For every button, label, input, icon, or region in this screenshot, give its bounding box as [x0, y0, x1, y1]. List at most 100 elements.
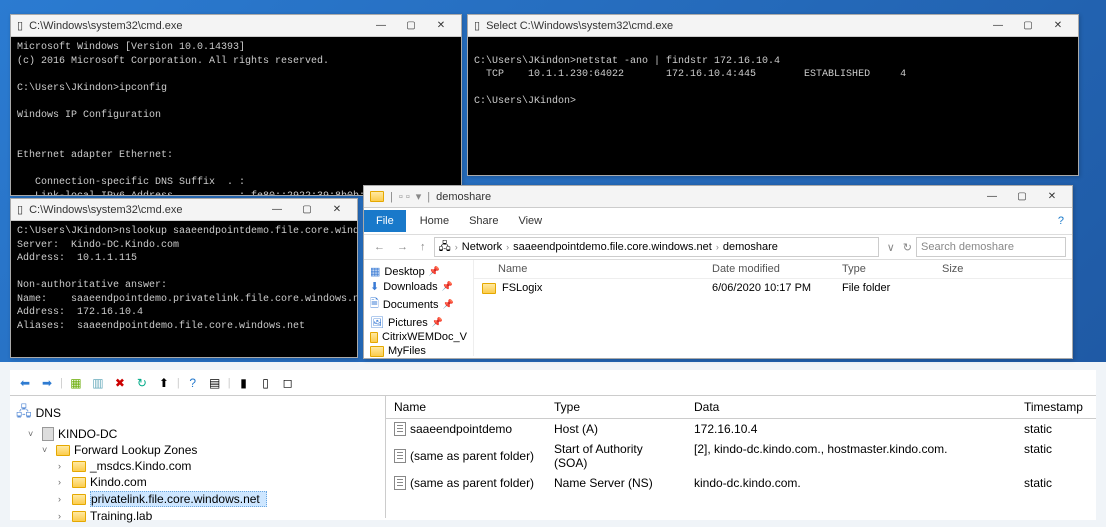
- col-type[interactable]: Type: [546, 396, 686, 418]
- dns-record-row[interactable]: (same as parent folder) Start of Authori…: [386, 439, 1096, 473]
- nav-back-button[interactable]: ←: [370, 241, 389, 253]
- tab-file[interactable]: File: [364, 210, 406, 232]
- col-timestamp[interactable]: Timestamp: [1016, 396, 1096, 418]
- tree-flz[interactable]: ˅Forward Lookup Zones: [16, 442, 379, 458]
- quick-access-item[interactable]: CitrixWEMDoc_V: [364, 330, 473, 344]
- terminal-output[interactable]: Microsoft Windows [Version 10.0.14393] (…: [11, 37, 461, 195]
- breadcrumb[interactable]: 🖧 › Network › saaeendpointdemo.file.core…: [434, 237, 879, 257]
- records-header[interactable]: Name Type Data Timestamp: [386, 396, 1096, 419]
- expander-icon[interactable]: ›: [58, 477, 68, 487]
- expander-icon[interactable]: ›: [58, 461, 68, 471]
- quick-access-item[interactable]: MyFiles: [364, 344, 473, 358]
- cmd-window-netstat[interactable]: ▯ Select C:\Windows\system32\cmd.exe — ▢…: [467, 14, 1079, 176]
- maximize-button[interactable]: ▢: [1008, 188, 1036, 206]
- run-button[interactable]: ▯: [257, 374, 275, 392]
- tree-root[interactable]: 🖧DNS: [16, 400, 379, 426]
- tree-server[interactable]: ˅KINDO-DC: [16, 426, 379, 442]
- nav-forward-button[interactable]: →: [393, 241, 412, 253]
- titlebar[interactable]: ▯ Select C:\Windows\system32\cmd.exe — ▢…: [468, 15, 1078, 37]
- col-date[interactable]: Date modified: [704, 260, 834, 278]
- maximize-button[interactable]: ▢: [1014, 17, 1042, 35]
- cmd-window-nslookup[interactable]: ▯ C:\Windows\system32\cmd.exe — ▢ ✕ C:\U…: [10, 198, 358, 358]
- dns-manager-window[interactable]: ⬅ ➡ | ▦ ▥ ✖ ↻ ⬆ | ? ▤ | ▮ ▯ ◻ 🖧DNS ˅KIND…: [10, 370, 1096, 520]
- titlebar[interactable]: | ▫ ▫ ▾ | demoshare — ▢ ✕: [364, 186, 1072, 208]
- help-button[interactable]: ?: [184, 374, 202, 392]
- toolbar: ⬅ ➡ | ▦ ▥ ✖ ↻ ⬆ | ? ▤ | ▮ ▯ ◻: [10, 370, 1096, 396]
- tree-zone[interactable]: ›Training.lab: [16, 508, 379, 524]
- refresh-button[interactable]: ↻: [903, 241, 912, 254]
- dns-icon: 🖧: [16, 401, 32, 425]
- tree-zone-selected[interactable]: ›privatelink.file.core.windows.net: [16, 490, 379, 508]
- folder-icon: [482, 283, 496, 294]
- close-button[interactable]: ✕: [323, 201, 351, 219]
- dns-record-row[interactable]: (same as parent folder) Name Server (NS)…: [386, 473, 1096, 493]
- close-button[interactable]: ✕: [1044, 17, 1072, 35]
- col-name[interactable]: Name: [474, 260, 704, 278]
- quick-access-item[interactable]: ⬇Downloads📌: [364, 279, 473, 294]
- dns-record-row[interactable]: saaeendpointdemo Host (A) 172.16.10.4 st…: [386, 419, 1096, 439]
- breadcrumb-item[interactable]: saaeendpointdemo.file.core.windows.net: [513, 241, 712, 253]
- properties-button[interactable]: ▤: [206, 374, 224, 392]
- file-explorer-window[interactable]: | ▫ ▫ ▾ | demoshare — ▢ ✕ File Home Shar…: [363, 185, 1073, 359]
- titlebar[interactable]: ▯ C:\Windows\system32\cmd.exe — ▢ ✕: [11, 199, 357, 221]
- titlebar[interactable]: ▯ C:\Windows\system32\cmd.exe — ▢ ✕: [11, 15, 461, 37]
- minimize-button[interactable]: —: [984, 17, 1012, 35]
- nav-forward-button[interactable]: ➡: [38, 374, 56, 392]
- export-button[interactable]: ⬆: [155, 374, 173, 392]
- zone-icon: [72, 511, 86, 522]
- expander-icon[interactable]: ˅: [42, 445, 52, 455]
- minimize-button[interactable]: —: [367, 17, 395, 35]
- col-type[interactable]: Type: [834, 260, 934, 278]
- file-row[interactable]: FSLogix 6/06/2020 10:17 PM File folder: [474, 279, 1072, 297]
- folder-icon: [370, 191, 384, 202]
- help-icon[interactable]: ?: [1058, 215, 1072, 227]
- maximize-button[interactable]: ▢: [397, 17, 425, 35]
- minimize-button[interactable]: —: [263, 201, 291, 219]
- cmd-icon: ▯: [17, 203, 23, 216]
- terminal-output[interactable]: C:\Users\JKindon>nslookup saaeendpointde…: [11, 221, 357, 357]
- col-data[interactable]: Data: [686, 396, 1016, 418]
- quick-access-item[interactable]: 🖼Pictures📌: [364, 315, 473, 330]
- minimize-button[interactable]: —: [978, 188, 1006, 206]
- zone-icon: [72, 494, 86, 505]
- nav-up-button[interactable]: ↑: [416, 241, 430, 253]
- pause-button[interactable]: ▮: [235, 374, 253, 392]
- breadcrumb-item[interactable]: demoshare: [723, 241, 778, 253]
- refresh-button[interactable]: ↻: [133, 374, 151, 392]
- column-headers[interactable]: Name Date modified Type Size: [474, 260, 1072, 279]
- close-button[interactable]: ✕: [1038, 188, 1066, 206]
- tab-share[interactable]: Share: [459, 210, 508, 232]
- delete-button[interactable]: ✖: [111, 374, 129, 392]
- tree-zone[interactable]: ›_msdcs.Kindo.com: [16, 458, 379, 474]
- quick-access-item[interactable]: 🗎Documents📌: [364, 294, 473, 315]
- new-zone-button[interactable]: ▦: [67, 374, 85, 392]
- tab-view[interactable]: View: [508, 210, 552, 232]
- quick-access-pane: ▦Desktop📌 ⬇Downloads📌 🗎Documents📌 🖼Pictu…: [364, 260, 474, 356]
- search-input[interactable]: Search demoshare: [916, 237, 1066, 257]
- quick-access-item[interactable]: ▦Desktop📌: [364, 264, 473, 279]
- expander-icon[interactable]: ›: [58, 511, 68, 521]
- terminal-output[interactable]: C:\Users\JKindon>netstat -ano | findstr …: [468, 37, 1078, 175]
- nav-back-button[interactable]: ⬅: [16, 374, 34, 392]
- maximize-button[interactable]: ▢: [293, 201, 321, 219]
- expander-icon[interactable]: ˅: [28, 429, 38, 439]
- file-list: Name Date modified Type Size FSLogix 6/0…: [474, 260, 1072, 356]
- tree-zone[interactable]: ›Kindo.com: [16, 474, 379, 490]
- window-title: demoshare: [436, 191, 491, 203]
- server-icon: [42, 427, 54, 441]
- cmd-window-ipconfig[interactable]: ▯ C:\Windows\system32\cmd.exe — ▢ ✕ Micr…: [10, 14, 462, 196]
- col-name[interactable]: Name: [386, 396, 546, 418]
- tab-home[interactable]: Home: [410, 210, 459, 232]
- record-icon: [394, 422, 406, 436]
- cmd-icon: ▯: [17, 19, 23, 32]
- dns-tree: 🖧DNS ˅KINDO-DC ˅Forward Lookup Zones ›_m…: [10, 396, 386, 518]
- col-size[interactable]: Size: [934, 260, 1004, 278]
- window-title: Select C:\Windows\system32\cmd.exe: [486, 20, 673, 32]
- view-button[interactable]: ▥: [89, 374, 107, 392]
- breadcrumb-item[interactable]: Network: [462, 241, 502, 253]
- close-button[interactable]: ✕: [427, 17, 455, 35]
- dns-records-pane: Name Type Data Timestamp saaeendpointdem…: [386, 396, 1096, 518]
- expander-icon[interactable]: ›: [58, 494, 68, 504]
- reload-button[interactable]: ◻: [279, 374, 297, 392]
- window-title: C:\Windows\system32\cmd.exe: [29, 20, 182, 32]
